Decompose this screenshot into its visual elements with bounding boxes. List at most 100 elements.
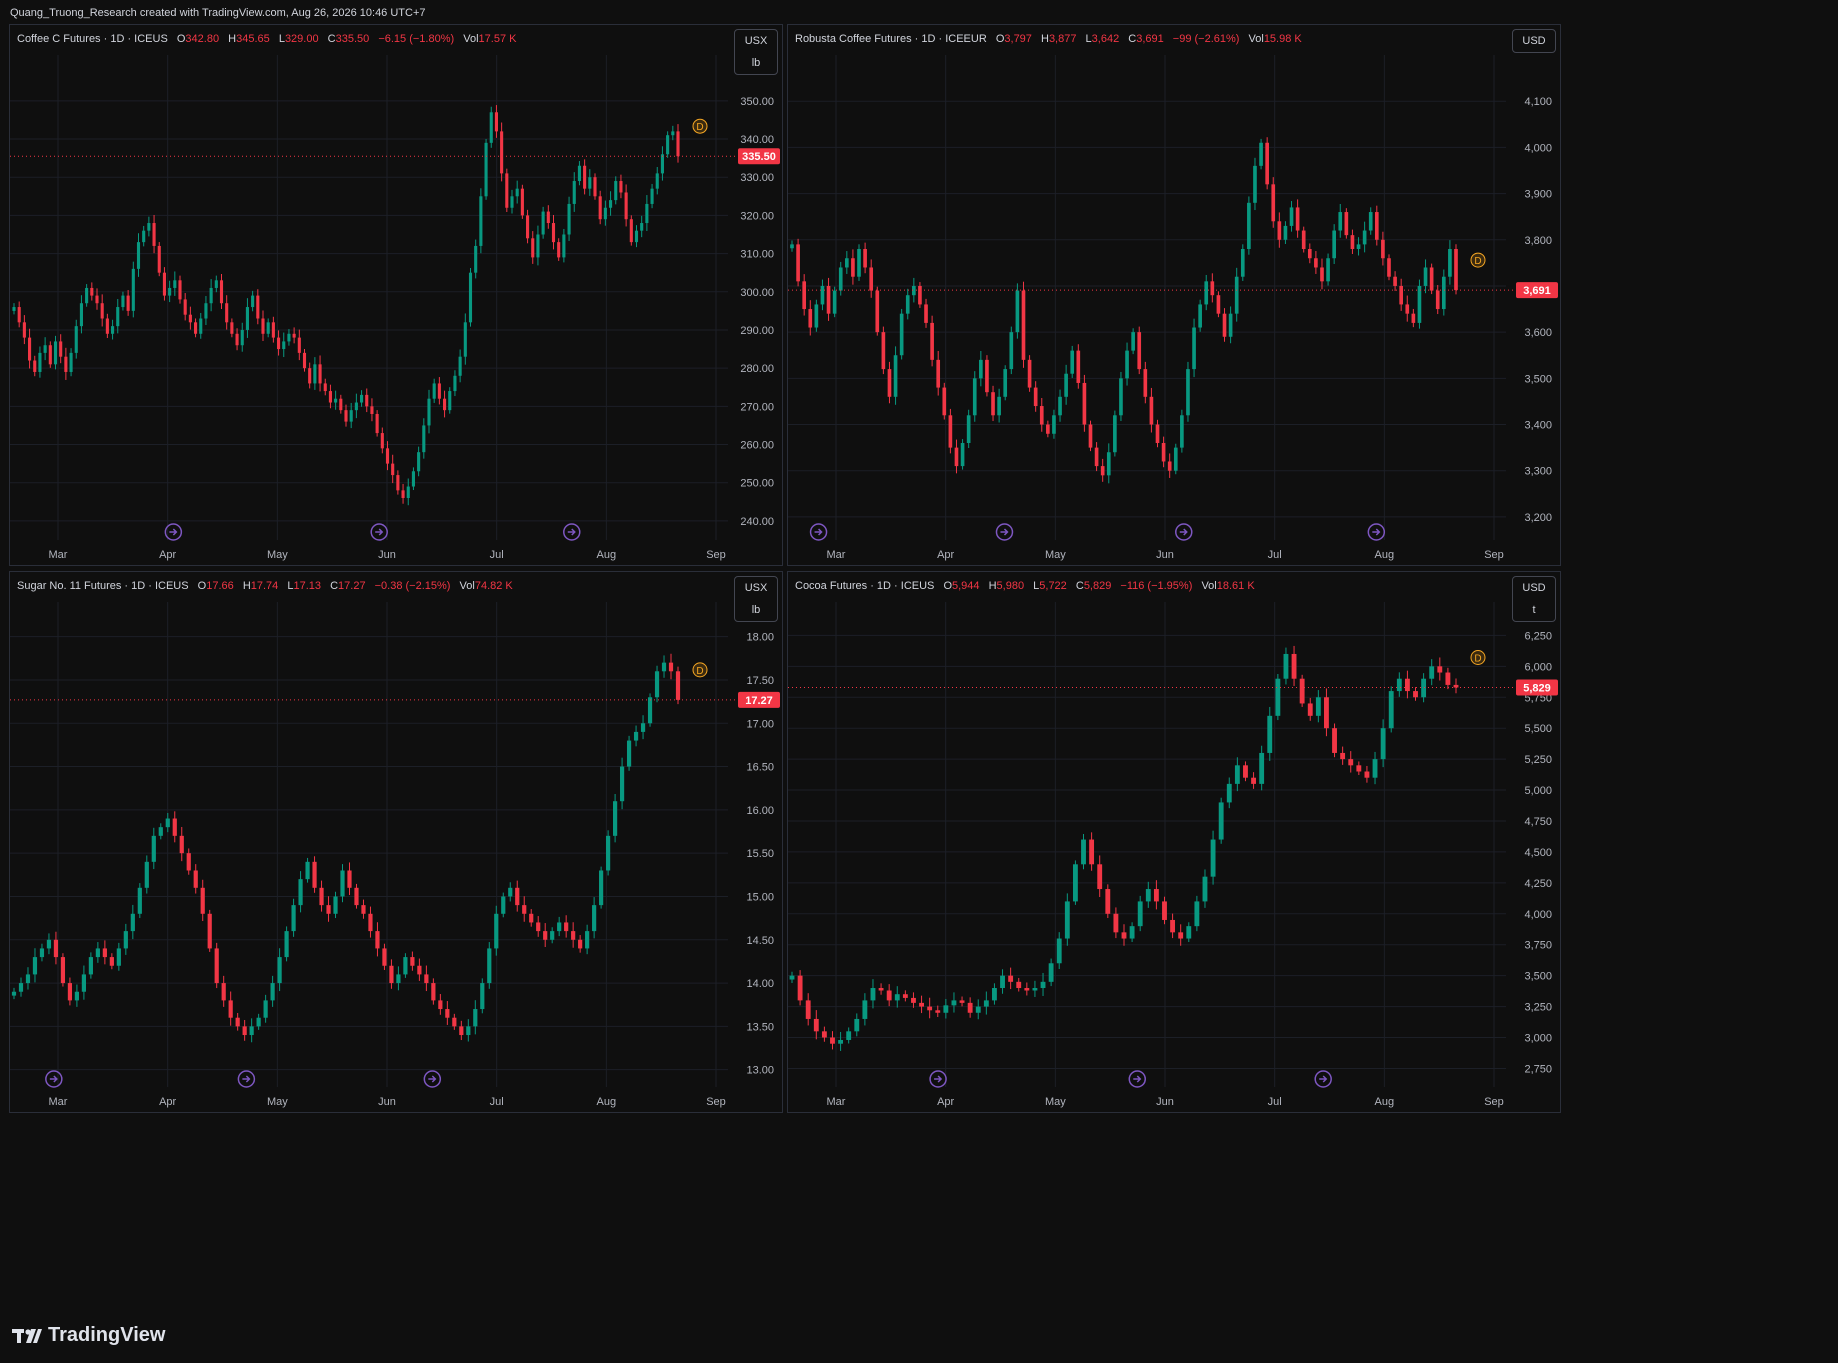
last-price-label: 17.27 — [745, 695, 773, 707]
candle-body — [453, 375, 457, 392]
candle-body — [979, 359, 983, 379]
candle-body — [142, 230, 146, 243]
candle-body — [318, 364, 322, 384]
candle-body — [1145, 889, 1151, 902]
y-tick-label: 14.00 — [746, 978, 774, 990]
coffee-c-chart-panel[interactable]: Mar Apr May Jun Jul Aug Sep 350.00 340.00 330.00 3… — [9, 24, 783, 566]
candle-body — [389, 965, 394, 984]
candle-body — [1267, 715, 1273, 753]
candle-body — [832, 290, 837, 314]
x-tick-label: Mar — [827, 1096, 846, 1108]
candle-body — [661, 662, 667, 672]
x-tick-label: Apr — [159, 1096, 176, 1108]
candle-body — [354, 402, 358, 411]
candle-body — [305, 861, 310, 880]
candle-body — [1131, 332, 1135, 351]
sugar-chart-panel[interactable]: Mar Apr May Jun Jul Aug Sep 18.00 17.50 17.00 16.5… — [9, 571, 783, 1113]
candle-body — [60, 957, 66, 984]
y-tick-label: 3,500 — [1524, 373, 1552, 385]
candle-body — [59, 341, 63, 357]
x-tick-label: Sep — [706, 549, 726, 561]
y-tick-label: 350.00 — [740, 96, 774, 108]
candle-body — [186, 853, 191, 871]
candle-body — [550, 931, 555, 940]
candle-body — [109, 957, 114, 966]
y-tick-label: 16.00 — [746, 805, 774, 817]
candle-body — [862, 1000, 868, 1019]
candle-body — [74, 326, 78, 353]
candle-body — [1228, 313, 1233, 337]
x-tick-label: Jun — [378, 549, 396, 561]
candle-body — [1048, 963, 1054, 982]
candle-body — [427, 398, 431, 426]
candle-body — [805, 1000, 811, 1019]
unit-selector[interactable]: USD — [1512, 29, 1556, 53]
candle-body — [1113, 913, 1119, 933]
candle-body — [557, 922, 562, 932]
candle-body — [173, 280, 177, 288]
candle-body — [438, 1000, 443, 1010]
candle-body — [225, 303, 229, 323]
candle-body — [572, 181, 576, 204]
candle-body — [796, 244, 800, 282]
candle-body — [875, 290, 880, 333]
candle-body — [1340, 752, 1346, 760]
candle-body — [1113, 415, 1117, 453]
candle-body — [619, 181, 623, 193]
candle-body — [1153, 889, 1159, 902]
candle-body — [619, 766, 625, 802]
candle-body — [1368, 212, 1373, 231]
x-tick-label: May — [1045, 549, 1066, 561]
cocoa-candles[interactable]: Mar Apr May Jun Jul Aug Sep6,2506,0005,7505,50… — [788, 572, 1562, 1114]
candle-body — [235, 333, 239, 346]
candle-body — [501, 896, 506, 914]
candle-body — [256, 295, 260, 319]
y-tick-label: 4,000 — [1524, 142, 1552, 154]
candle-body — [396, 475, 400, 491]
unit-selector[interactable]: USD t — [1512, 576, 1556, 622]
cocoa-chart-panel[interactable]: Mar Apr May Jun Jul Aug Sep 6,250 6,000 5,750 5,50… — [787, 571, 1561, 1113]
y-tick-label: 5,000 — [1524, 785, 1552, 797]
candle-body — [69, 352, 73, 372]
contract-rollover-arrow — [1319, 1075, 1328, 1083]
x-tick-label: Jul — [490, 1096, 504, 1108]
candle-body — [1161, 443, 1166, 462]
candle-body — [676, 131, 680, 157]
y-tick-label: 3,400 — [1524, 420, 1552, 432]
candle-body — [515, 887, 520, 906]
y-tick-label: 4,100 — [1524, 96, 1552, 108]
candle-body — [410, 957, 415, 966]
candle-body — [599, 870, 604, 906]
candle-body — [603, 207, 607, 220]
candle-body — [930, 322, 934, 360]
coffee-c-candles[interactable]: Mar Apr May Jun Jul Aug Sep 350.00 340.00 330.00 3… — [10, 25, 784, 567]
unit-selector[interactable]: USX lb — [734, 29, 778, 75]
candle-body — [424, 974, 429, 984]
y-tick-label: 3,900 — [1524, 189, 1552, 201]
unit-selector[interactable]: USX lb — [734, 576, 778, 622]
robusta-candles[interactable]: Mar Apr May Jun Jul Aug Sep 4,100 4,000 3,900 3,80… — [788, 25, 1562, 567]
candle-body — [1008, 975, 1014, 982]
candle-body — [199, 318, 203, 334]
candle-body — [151, 835, 156, 862]
y-tick-label: 340.00 — [740, 134, 774, 146]
candle-body — [326, 905, 331, 914]
candle-body — [214, 280, 218, 288]
candle-body — [245, 307, 249, 330]
candle-body — [308, 368, 312, 384]
robusta-coffee-chart-panel[interactable]: Mar Apr May Jun Jul Aug Sep 4,100 4,000 3,900 3,80… — [787, 24, 1561, 566]
x-tick-label: Jun — [1156, 549, 1174, 561]
candle-body — [1243, 765, 1248, 778]
candle-body — [863, 249, 867, 268]
candle-body — [271, 322, 275, 338]
candle-body — [256, 1017, 261, 1027]
candle-body — [1307, 703, 1313, 716]
candle-body — [797, 975, 803, 1001]
candle-body — [162, 272, 166, 296]
candle-body — [802, 281, 807, 310]
sugar-candles[interactable]: Mar Apr May Jun Jul Aug Sep 18.00 17.50 17.00 16.5… — [10, 572, 784, 1114]
candle-body — [53, 939, 59, 958]
candle-body — [954, 447, 959, 467]
candle-body — [157, 245, 161, 273]
candle-body — [1396, 678, 1402, 692]
